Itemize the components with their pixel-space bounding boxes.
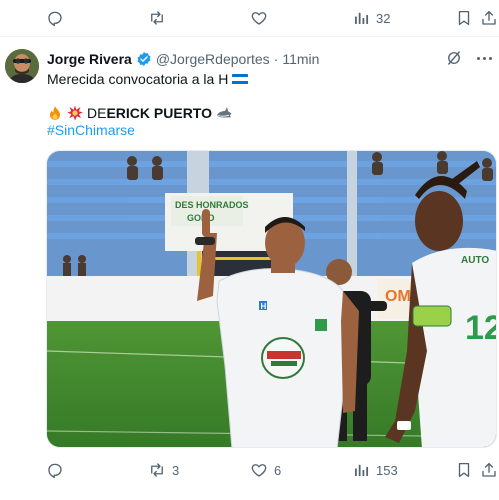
jersey-sponsor: AUTO bbox=[461, 255, 489, 266]
tweet-text-prefix: DE bbox=[87, 105, 107, 121]
jersey-number: 12 bbox=[465, 309, 497, 347]
tweet-actions: 3 6 153 bbox=[0, 452, 499, 488]
like-icon bbox=[251, 12, 267, 25]
bookmark-button[interactable] bbox=[455, 452, 473, 488]
repost-button[interactable] bbox=[148, 0, 172, 36]
more-icon[interactable] bbox=[475, 49, 493, 67]
repost-icon bbox=[151, 11, 163, 25]
tweet-text-line2: DE ERICK PUERTO bbox=[47, 105, 232, 121]
like-count: 6 bbox=[274, 462, 282, 478]
author-handle[interactable]: @JorgeRdeportes bbox=[156, 51, 270, 67]
views-icon bbox=[355, 464, 369, 476]
shirt-logo: H bbox=[261, 302, 267, 311]
like-icon bbox=[251, 464, 267, 477]
reply-icon bbox=[48, 11, 62, 27]
tweet-text: Merecida convocatoria a la H bbox=[47, 71, 229, 87]
reply-button[interactable] bbox=[46, 452, 70, 488]
repost-count: 3 bbox=[172, 462, 180, 478]
reply-icon bbox=[48, 463, 62, 479]
tweet-header: Jorge Rivera @JorgeRdeportes · 11min bbox=[47, 50, 319, 68]
banner-sub: GODO bbox=[187, 213, 215, 223]
bookmark-button[interactable] bbox=[455, 0, 473, 36]
share-icon bbox=[482, 462, 496, 477]
previous-tweet-actions: 32 bbox=[0, 0, 499, 36]
like-button[interactable]: 6 bbox=[250, 452, 281, 488]
views-button[interactable]: 32 bbox=[352, 0, 390, 36]
views-count: 153 bbox=[376, 462, 398, 478]
reply-button[interactable] bbox=[46, 0, 70, 36]
tweet-top-icons bbox=[445, 49, 493, 67]
repost-icon bbox=[151, 463, 163, 477]
grok-icon[interactable] bbox=[445, 49, 463, 67]
honduras-flag bbox=[232, 73, 249, 85]
fire-emoji bbox=[47, 105, 63, 121]
like-button[interactable] bbox=[250, 0, 274, 36]
author-name[interactable]: Jorge Rivera bbox=[47, 51, 132, 67]
share-icon bbox=[482, 10, 496, 25]
collision-emoji bbox=[67, 105, 83, 121]
time-separator: · bbox=[273, 51, 279, 67]
banner-text: DES HONRADOS bbox=[175, 200, 249, 210]
shark-emoji bbox=[216, 105, 232, 121]
match-photo: DES HONRADOS GODO OMAR H AUTO 1 bbox=[47, 151, 497, 447]
bookmark-icon bbox=[458, 462, 470, 478]
views-icon bbox=[355, 12, 369, 24]
views-button[interactable]: 153 bbox=[352, 452, 398, 488]
views-count: 32 bbox=[376, 10, 391, 26]
avatar[interactable] bbox=[5, 49, 39, 83]
hashtag-link[interactable]: #SinChimarse bbox=[47, 122, 135, 138]
share-button[interactable] bbox=[480, 452, 498, 488]
tweet[interactable]: Jorge Rivera @JorgeRdeportes · 11min Mer… bbox=[0, 37, 499, 500]
bookmark-icon bbox=[458, 10, 470, 26]
tweet-time[interactable]: 11min bbox=[282, 51, 319, 67]
tweet-text-line1: Merecida convocatoria a la H bbox=[47, 71, 249, 87]
share-button[interactable] bbox=[480, 0, 498, 36]
repost-button[interactable]: 3 bbox=[148, 452, 179, 488]
tweet-media-photo[interactable]: DES HONRADOS GODO OMAR H AUTO 1 bbox=[46, 150, 497, 448]
verified-icon bbox=[136, 51, 152, 67]
tweet-player-name: ERICK PUERTO bbox=[106, 105, 212, 121]
tweet-text-line3: #SinChimarse bbox=[47, 122, 135, 138]
